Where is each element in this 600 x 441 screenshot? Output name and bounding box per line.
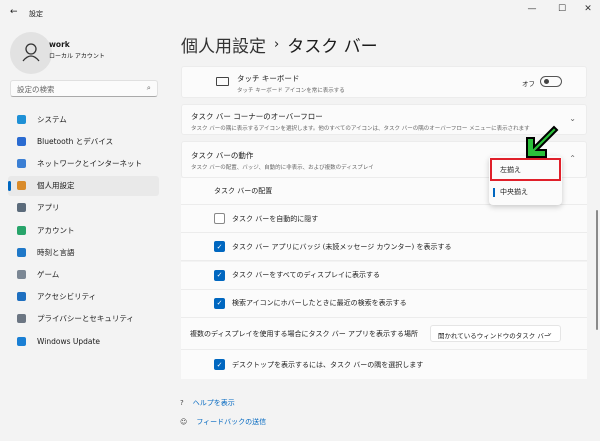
green-arrow-annotation [526, 125, 559, 158]
sidebar-item[interactable]: システム [8, 109, 159, 129]
nav-icon [17, 247, 26, 257]
sidebar-item[interactable]: Windows Update [8, 331, 159, 351]
sidebar-item[interactable]: ゲーム [8, 264, 159, 284]
user-name: work [49, 40, 70, 49]
chevron-up-icon: ⌃ [569, 154, 576, 163]
checkbox-row: タスク バーを自動的に隠す [181, 205, 587, 233]
keyboard-icon [216, 77, 229, 86]
checkbox-label: タスク バーをすべてのディスプレイに表示する [232, 271, 380, 280]
option-label: 左揃え [500, 166, 521, 174]
sidebar-item-label: ネットワークとインターネット [37, 158, 142, 168]
minimize-button[interactable]: — [522, 4, 542, 18]
nav-icon [17, 181, 26, 191]
breadcrumb-parent[interactable]: 個人用設定 [181, 32, 266, 57]
checkbox[interactable] [214, 213, 225, 224]
help-link[interactable]: ? ヘルプを表示 [180, 398, 235, 408]
breadcrumb-separator: › [274, 37, 280, 52]
touch-keyboard-desc: タッチ キーボード アイコンを常に表示する [237, 88, 345, 94]
sidebar-item[interactable]: Bluetooth とデバイス [8, 131, 159, 151]
sidebar-item[interactable]: 時刻と言語 [8, 242, 159, 262]
sidebar-item-label: アクセシビリティ [37, 292, 97, 302]
checkbox-row: ✓ タスク バーをすべてのディスプレイに表示する [181, 261, 587, 290]
feedback-label: フィードバックの送信 [196, 418, 267, 426]
touch-keyboard-row: タッチ キーボード タッチ キーボード アイコンを常に表示する オフ [181, 66, 587, 98]
nav-icon [17, 292, 26, 302]
desktop-corner-row: ✓ デスクトップを表示するには、タスク バーの隅を選択します [181, 350, 587, 379]
close-button[interactable]: ✕ [578, 4, 598, 18]
search-input[interactable]: 設定の検索 ⌕ [10, 80, 158, 97]
sidebar-item[interactable]: ネットワークとインターネット [8, 153, 159, 173]
sidebar-item-label: Bluetooth とデバイス [37, 136, 114, 146]
sidebar-item[interactable]: アクセシビリティ [8, 287, 159, 307]
checkbox[interactable]: ✓ [214, 269, 225, 281]
title-bar: ← 設定 — ☐ ✕ [0, 0, 600, 28]
behavior-title: タスク バーの動作 [191, 151, 254, 160]
multi-display-dropdown[interactable]: 開かれているウィンドウのタスク バー ⌄ [430, 325, 561, 342]
checkbox-label: タスク バー アプリにバッジ (未読メッセージ カウンター) を表示する [232, 242, 452, 251]
chevron-down-icon: ⌄ [569, 114, 576, 123]
nav-icon [17, 269, 26, 279]
avatar [10, 32, 52, 74]
breadcrumb: 個人用設定 › タスク バー [181, 32, 378, 57]
alignment-dropdown-menu: 左揃え 中央揃え [489, 156, 562, 205]
sidebar-item[interactable]: アプリ [8, 198, 159, 218]
account-type: ローカル アカウント [49, 53, 105, 60]
multi-display-label: 複数のディスプレイを使用する場合にタスク バー アプリを表示する場所 [190, 329, 418, 338]
checkbox-label: 検索アイコンにホバーしたときに最近の検索を表示する [232, 299, 407, 308]
sidebar-item-label: 個人用設定 [37, 181, 75, 191]
help-icon: ? [180, 399, 184, 407]
behavior-desc: タスク バーの配置、バッジ、自動的に非表示、および複数のディスプレイ [191, 165, 374, 171]
sidebar-item-label: ゲーム [37, 269, 60, 279]
multi-display-row: 複数のディスプレイを使用する場合にタスク バー アプリを表示する場所 開かれてい… [181, 318, 587, 350]
nav-icon [17, 336, 26, 346]
sidebar-item-label: 時刻と言語 [37, 247, 75, 257]
checkbox-row: ✓ 検索アイコンにホバーしたときに最近の検索を表示する [181, 289, 587, 318]
alignment-label: タスク バーの配置 [214, 187, 273, 195]
touch-keyboard-title: タッチ キーボード [237, 74, 300, 83]
page-title: タスク バー [287, 37, 378, 57]
selected-indicator [8, 180, 11, 191]
option-label: 中央揃え [500, 188, 528, 196]
nav-icon [17, 114, 26, 124]
search-placeholder: 設定の検索 [17, 85, 55, 94]
help-label: ヘルプを表示 [192, 399, 235, 407]
sidebar-item-label: Windows Update [37, 336, 101, 346]
sidebar-item[interactable]: アカウント [8, 220, 159, 240]
sidebar-item[interactable]: 個人用設定 [8, 175, 159, 196]
nav-icon [17, 136, 26, 146]
nav-icon [17, 158, 26, 168]
maximize-button[interactable]: ☐ [552, 4, 572, 18]
sidebar-item-label: システム [37, 114, 67, 124]
user-icon [22, 43, 40, 62]
checkbox-row: ✓ タスク バー アプリにバッジ (未読メッセージ カウンター) を表示する [181, 233, 587, 262]
desktop-corner-label: デスクトップを表示するには、タスク バーの隅を選択します [232, 360, 424, 369]
sidebar-item-label: アプリ [37, 203, 60, 213]
alignment-option-center[interactable]: 中央揃え [490, 184, 561, 202]
feedback-link[interactable]: ☺ フィードバックの送信 [180, 417, 266, 427]
sidebar-item-label: プライバシーとセキュリティ [37, 314, 134, 324]
back-icon[interactable]: ← [10, 7, 18, 17]
nav-icon [17, 203, 26, 213]
search-icon: ⌕ [146, 83, 151, 92]
window-title: 設定 [29, 10, 43, 18]
overflow-title: タスク バー コーナーのオーバーフロー [191, 112, 323, 121]
feedback-icon: ☺ [180, 418, 188, 426]
overflow-desc: タスク バーの隅に表示するアイコンを選択します。他のすべてのアイコンは、タスク … [191, 126, 530, 132]
desktop-corner-checkbox[interactable]: ✓ [214, 359, 225, 370]
sidebar-item[interactable]: プライバシーとセキュリティ [8, 309, 159, 329]
sidebar-item-label: アカウント [37, 225, 75, 235]
scrollbar[interactable] [596, 210, 598, 330]
checkbox-label: タスク バーを自動的に隠す [232, 214, 319, 223]
chevron-down-icon: ⌄ [546, 328, 553, 337]
checkbox[interactable]: ✓ [214, 297, 225, 309]
nav-icon [17, 314, 26, 324]
nav-icon [17, 225, 26, 235]
checkbox[interactable]: ✓ [214, 241, 225, 253]
toggle-state: オフ [522, 80, 535, 88]
multi-display-value: 開かれているウィンドウのタスク バー [438, 332, 551, 340]
touch-keyboard-toggle[interactable] [540, 76, 562, 87]
